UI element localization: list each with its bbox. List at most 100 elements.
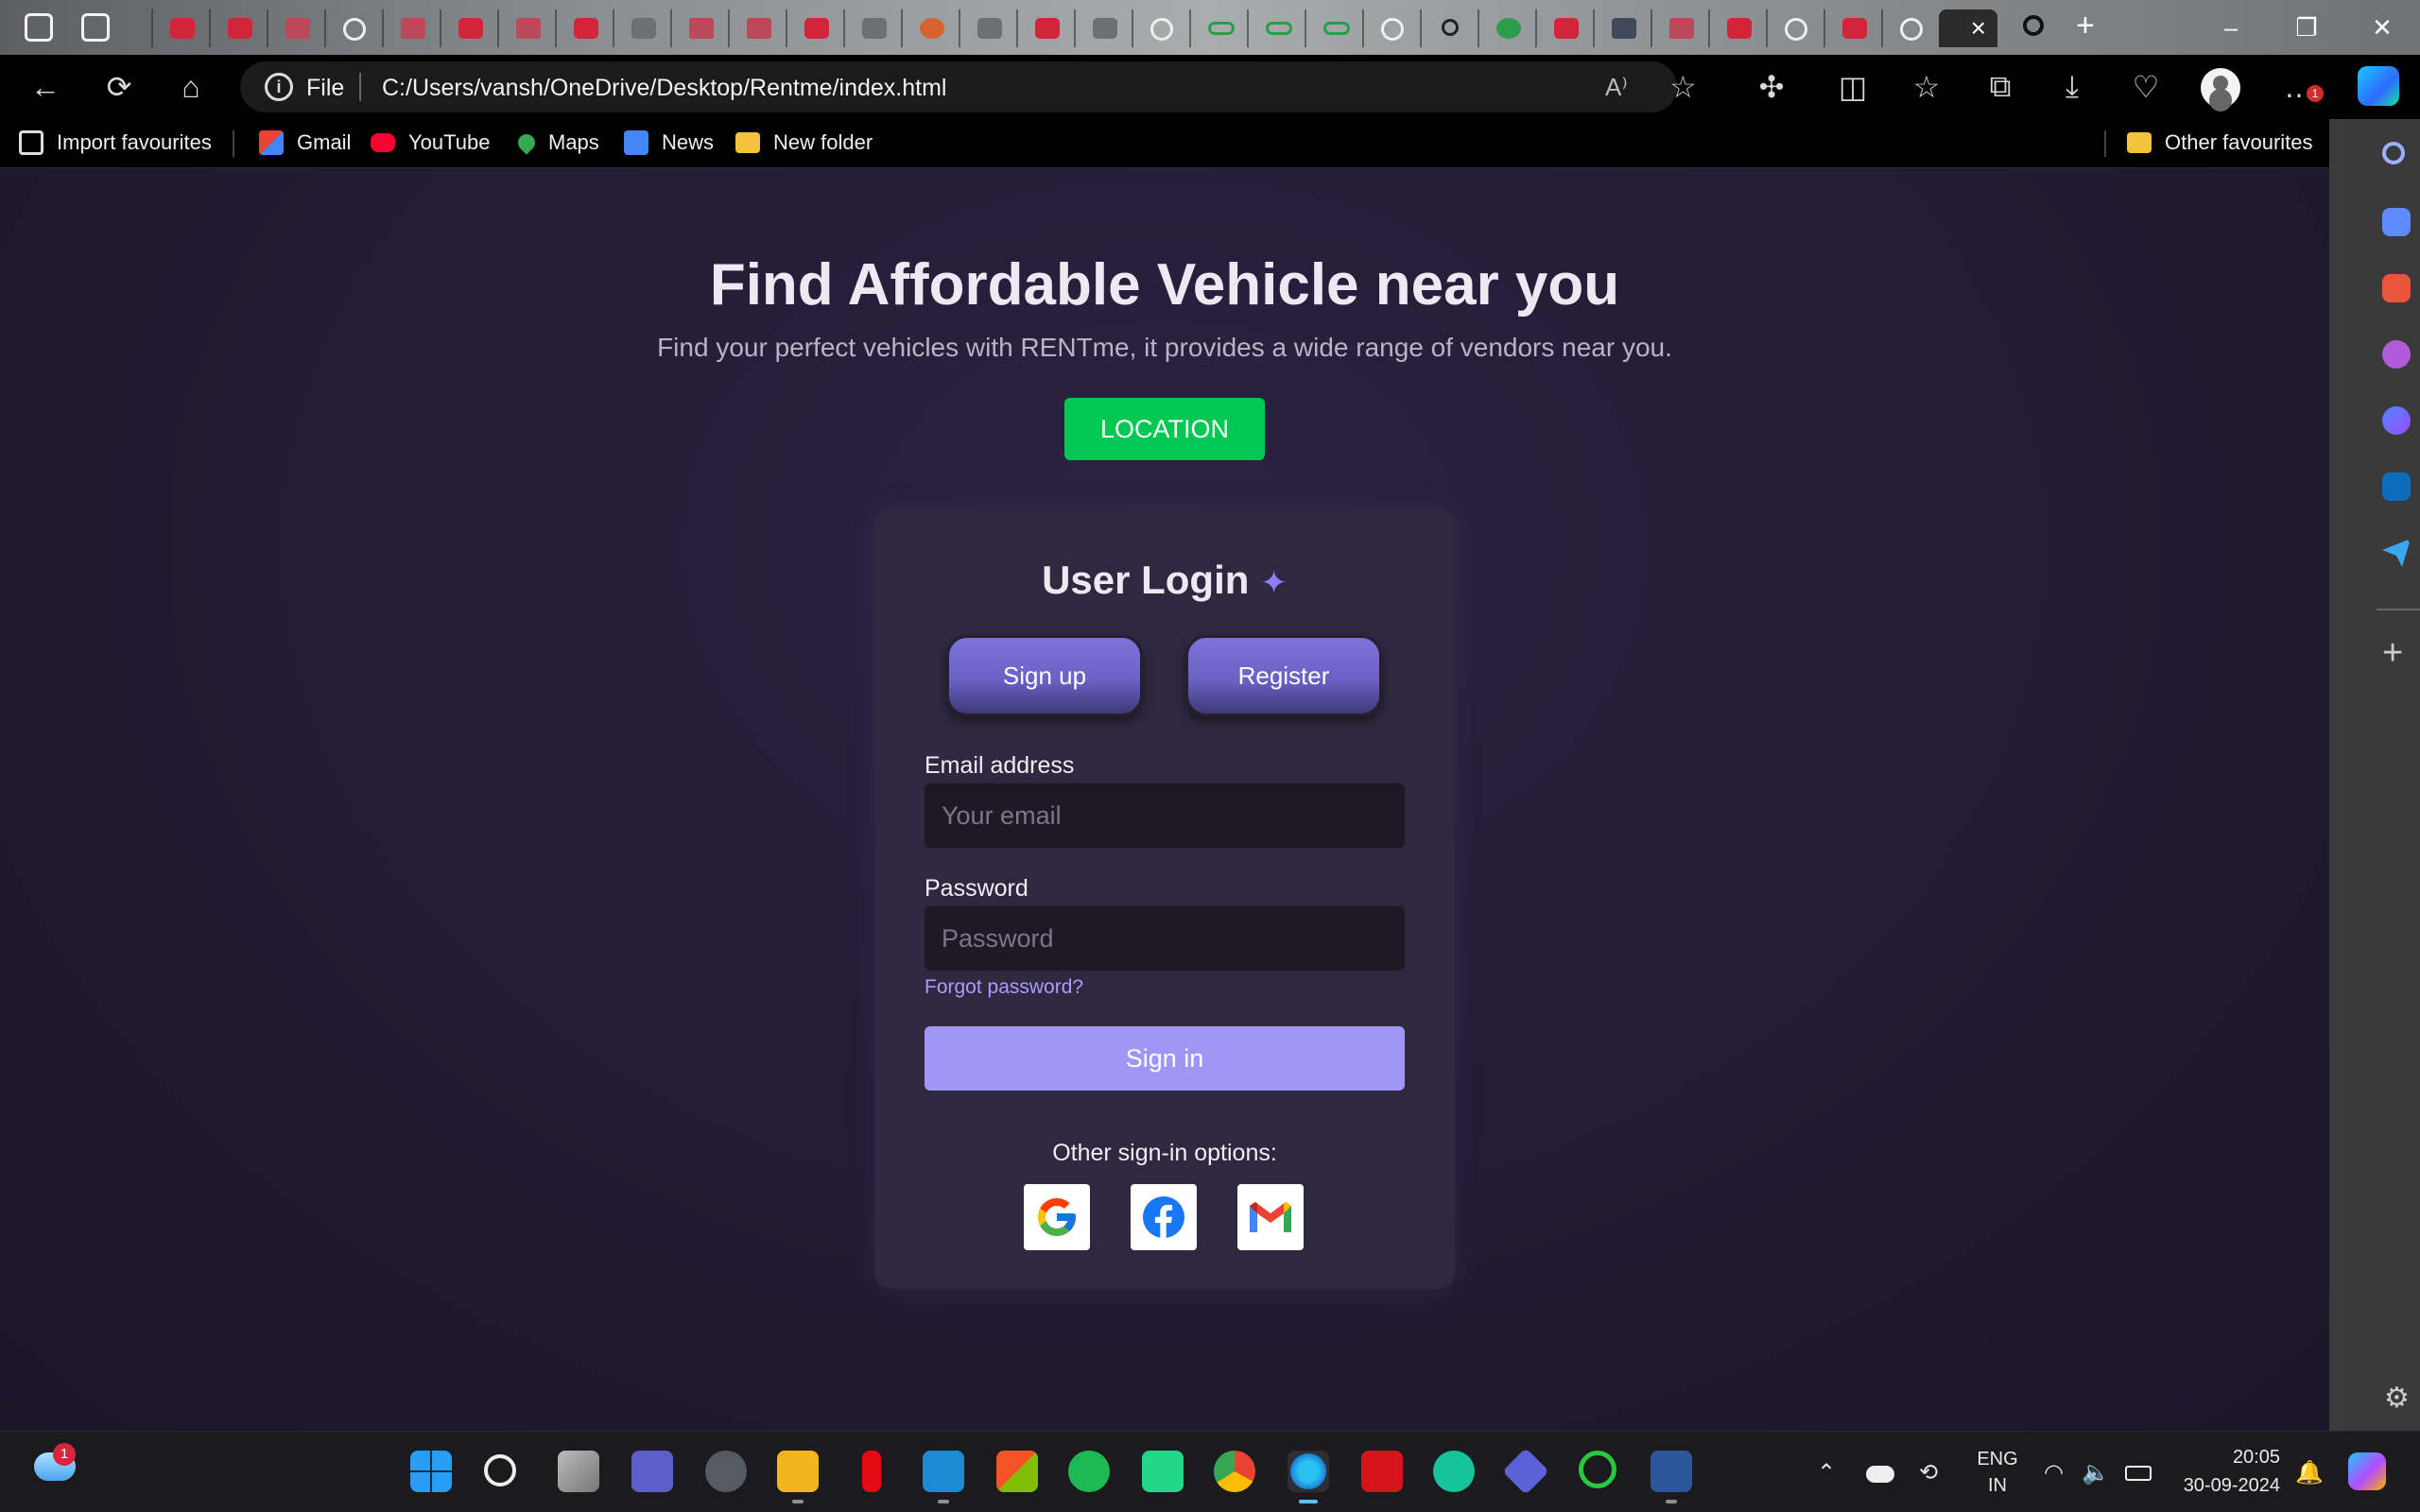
tray-overflow-icon[interactable]: ⌃ xyxy=(1817,1462,1836,1485)
forgot-password-link[interactable]: Forgot password? xyxy=(925,976,1083,999)
fav-import[interactable]: Import favourites xyxy=(19,130,212,155)
spotify-icon[interactable] xyxy=(1068,1451,1110,1492)
browser-essentials-icon[interactable]: ♡ xyxy=(2125,66,2167,108)
browser-tab[interactable] xyxy=(728,9,786,47)
browser-tab[interactable] xyxy=(209,9,267,47)
browser-tab[interactable] xyxy=(1189,9,1247,47)
sign-in-button[interactable]: Sign in xyxy=(925,1026,1405,1091)
fav-new-folder[interactable]: New folder xyxy=(735,130,873,155)
browser-tab[interactable] xyxy=(959,9,1016,47)
site-info-icon[interactable]: i xyxy=(265,73,293,101)
browser-tab[interactable] xyxy=(1132,9,1189,47)
close-window-button[interactable]: ✕ xyxy=(2344,0,2420,55)
read-aloud-icon[interactable]: A⁾ xyxy=(1605,73,1628,102)
url-text[interactable]: C:/Users/vansh/OneDrive/Desktop/Rentme/i… xyxy=(382,75,946,102)
sync-icon[interactable]: ⟲ xyxy=(1919,1462,1938,1485)
sidebar-search-icon[interactable] xyxy=(2382,142,2405,164)
refresh-button[interactable]: ⟳ xyxy=(98,66,140,108)
fav-gmail[interactable]: Gmail xyxy=(259,130,351,155)
browser-tab[interactable] xyxy=(1593,9,1651,47)
fav-other-favourites[interactable]: Other favourites xyxy=(2127,130,2313,155)
wifi-icon[interactable]: ◠ xyxy=(2044,1462,2064,1485)
gmail-sign-in-button[interactable] xyxy=(1237,1184,1304,1250)
store-icon[interactable] xyxy=(996,1451,1038,1492)
language-line2[interactable]: IN xyxy=(1972,1475,2023,1497)
tab-actions-icon[interactable] xyxy=(81,13,110,42)
clock-date[interactable]: 30-09-2024 xyxy=(2174,1475,2280,1497)
browser-tab[interactable] xyxy=(1651,9,1708,47)
clock-time[interactable]: 20:05 xyxy=(2174,1447,2280,1469)
fav-youtube[interactable]: YouTube xyxy=(371,130,490,155)
browser-tab[interactable] xyxy=(1362,9,1420,47)
browser-tab[interactable] xyxy=(1074,9,1132,47)
collections-icon[interactable]: ⧉ xyxy=(1979,66,2021,108)
browser-tab[interactable] xyxy=(1766,9,1824,47)
browser-tab[interactable] xyxy=(1708,9,1766,47)
fav-maps[interactable]: Maps xyxy=(514,130,599,155)
copilot-app-icon[interactable] xyxy=(1502,1448,1549,1495)
browser-tab[interactable] xyxy=(613,9,670,47)
browser-tab[interactable] xyxy=(1478,9,1535,47)
downloads-icon[interactable]: ⤓ xyxy=(2051,66,2093,108)
new-tab-button[interactable]: + xyxy=(2076,9,2095,42)
tab-search-icon[interactable] xyxy=(2023,15,2044,36)
acrobat-icon[interactable] xyxy=(1361,1451,1403,1492)
register-button[interactable]: Register xyxy=(1185,635,1382,716)
sidebar-drop-icon[interactable] xyxy=(2382,539,2411,567)
split-screen-icon[interactable]: ◫ xyxy=(1832,66,1874,108)
notifications-icon[interactable]: 🔔 xyxy=(2295,1462,2324,1485)
sidebar-outlook-icon[interactable] xyxy=(2382,472,2411,501)
copilot-pre-icon[interactable] xyxy=(2348,1452,2386,1490)
location-button[interactable]: LOCATION xyxy=(1064,398,1265,460)
browser-tab[interactable] xyxy=(1305,9,1362,47)
sidebar-settings-icon[interactable]: ⚙ xyxy=(2384,1382,2410,1415)
browser-tab[interactable] xyxy=(670,9,728,47)
copilot-icon[interactable] xyxy=(2358,66,2399,106)
minimize-button[interactable]: – xyxy=(2193,0,2269,55)
browser-tab[interactable] xyxy=(901,9,959,47)
word-icon[interactable] xyxy=(1651,1451,1692,1503)
netflix-icon[interactable] xyxy=(862,1451,881,1492)
address-bar[interactable]: i File C:/Users/vansh/OneDrive/Desktop/R… xyxy=(240,61,1697,112)
sign-up-button[interactable]: Sign up xyxy=(946,635,1143,716)
sidebar-shopping-icon[interactable] xyxy=(2382,208,2411,236)
browser-tab[interactable] xyxy=(382,9,440,47)
browser-tab[interactable] xyxy=(1247,9,1305,47)
extensions-icon[interactable]: ✣ xyxy=(1751,66,1792,108)
favourite-star-icon[interactable]: ☆ xyxy=(1669,69,1697,105)
battery-icon[interactable] xyxy=(2125,1466,2152,1481)
fav-news[interactable]: News xyxy=(624,130,714,155)
favourites-icon[interactable]: ☆ xyxy=(1906,66,1947,108)
sidebar-add-icon[interactable]: + xyxy=(2382,635,2403,671)
close-tab-icon[interactable]: × xyxy=(1971,15,1986,42)
browser-tab[interactable] xyxy=(843,9,901,47)
back-button[interactable]: ← xyxy=(25,66,66,108)
grammarly-icon[interactable] xyxy=(1433,1451,1475,1492)
browser-tab[interactable] xyxy=(267,9,324,47)
browser-tab[interactable] xyxy=(497,9,555,47)
browser-tab[interactable] xyxy=(555,9,613,47)
active-tab[interactable]: × xyxy=(1939,9,1997,47)
chrome-icon[interactable] xyxy=(1214,1451,1255,1492)
password-field[interactable] xyxy=(925,906,1405,971)
settings-app-icon[interactable] xyxy=(705,1451,747,1492)
browser-tab[interactable] xyxy=(324,9,382,47)
sidebar-copilot-icon[interactable] xyxy=(2382,406,2411,435)
onedrive-icon[interactable] xyxy=(1866,1466,1894,1483)
volume-icon[interactable]: 🔈 xyxy=(2082,1462,2110,1485)
browser-tab[interactable] xyxy=(1016,9,1074,47)
vscode-icon[interactable] xyxy=(923,1451,964,1503)
browser-tab[interactable] xyxy=(1824,9,1881,47)
browser-tab[interactable] xyxy=(1881,9,1939,47)
circle-app-icon[interactable] xyxy=(1579,1451,1616,1488)
teams-icon[interactable] xyxy=(631,1451,673,1492)
google-sign-in-button[interactable] xyxy=(1024,1184,1090,1250)
task-view-icon[interactable] xyxy=(558,1451,599,1492)
browser-tab[interactable] xyxy=(1420,9,1478,47)
browser-tab[interactable] xyxy=(786,9,843,47)
home-button[interactable]: ⌂ xyxy=(170,66,212,108)
browser-tab[interactable] xyxy=(1535,9,1593,47)
browser-tab[interactable] xyxy=(440,9,497,47)
facebook-sign-in-button[interactable] xyxy=(1131,1184,1197,1250)
workspaces-icon[interactable] xyxy=(25,13,53,42)
